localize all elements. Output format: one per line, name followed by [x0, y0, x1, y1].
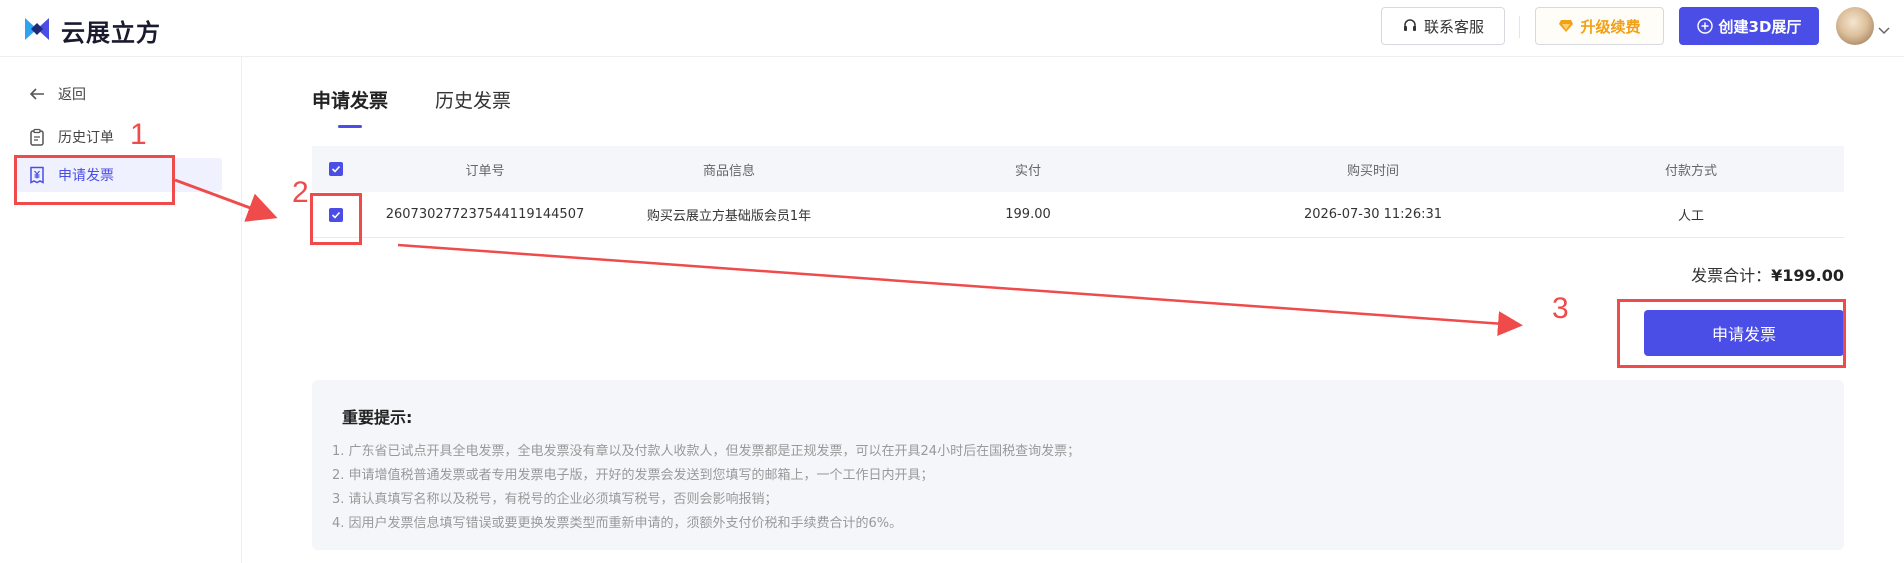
plus-circle-icon — [1696, 18, 1713, 34]
logo[interactable]: 云展立方 — [24, 13, 161, 48]
select-all-cell — [312, 162, 360, 176]
contact-service-label: 联系客服 — [1423, 17, 1484, 36]
sidebar-item-label: 返回 — [58, 87, 86, 103]
annotation-number-3: 3 — [1552, 292, 1569, 325]
notice-item: 3. 请认真填写名称以及税号，有税号的企业必须填写税号，否则会影响报销； — [332, 492, 778, 507]
upgrade-label: 升级续费 — [1580, 17, 1641, 36]
table-header: 订单号 商品信息 实付 购买时间 付款方式 — [312, 146, 1844, 192]
headset-icon — [1402, 18, 1418, 34]
invoice-total-value: ¥199.00 — [1771, 266, 1844, 285]
create-3d-hall-button[interactable]: 创建3D展厅 — [1679, 7, 1819, 45]
table-row[interactable]: 26073027723754411914450​7 购买云展立方基础版会员1年 … — [312, 192, 1844, 238]
annotation-box-2 — [310, 193, 362, 245]
invoice-total-label: 发票合计： — [1691, 266, 1772, 285]
notice-list: 1. 广东省已试点开具全电发票，全电发票没有章以及付款人收款人，但发票都是正规发… — [332, 440, 1080, 536]
select-all-checkbox[interactable] — [329, 162, 343, 176]
avatar[interactable] — [1836, 7, 1874, 45]
notice-item: 1. 广东省已试点开具全电发票，全电发票没有章以及付款人收款人，但发票都是正规发… — [332, 444, 1081, 459]
logo-text: 云展立方 — [61, 19, 161, 47]
invoice-tabs: 申请发票 历史发票 — [312, 86, 558, 128]
top-header: 云展立方 联系客服 升级续费 创建3D展厅 — [0, 0, 1904, 57]
important-notice: 重要提示: 1. 广东省已试点开具全电发票，全电发票没有章以及付款人收款人，但发… — [312, 380, 1844, 550]
contact-service-button[interactable]: 联系客服 — [1381, 7, 1505, 45]
chevron-down-icon[interactable] — [1878, 20, 1890, 39]
logo-icon — [24, 16, 50, 46]
header-purchase-time: 购买时间 — [1346, 163, 1399, 179]
sidebar-item-history-orders[interactable]: 历史订单 — [16, 120, 222, 154]
cell-goods: 购买云展立方基础版会员1年 — [646, 209, 812, 224]
cell-paid: 199.00 — [1005, 207, 1051, 222]
notice-item: 2. 申请增值税普通发票或者专用发票电子版，开好的发票会发送到您填写的邮箱上，一… — [332, 468, 934, 483]
invoice-total: 发票合计：¥199.00 — [1691, 262, 1844, 286]
header-paid: 实付 — [1014, 163, 1041, 179]
cell-order-no: 26073027723754411914450​7 — [385, 207, 585, 222]
sidebar-item-back[interactable]: 返回 — [16, 77, 222, 111]
annotation-box-1 — [14, 155, 175, 205]
cell-purchase-time: 2026-07-30 11:26:31 — [1303, 207, 1443, 222]
annotation-arrow-2 — [397, 243, 1523, 337]
tab-apply-invoice[interactable]: 申请发票 — [312, 86, 388, 128]
upgrade-button[interactable]: 升级续费 — [1535, 7, 1664, 45]
clipboard-icon — [28, 128, 46, 146]
notice-item: 4. 因用户发票信息填写错误或要更换发票类型而重新申请的，须额外支付价税和手续费… — [332, 516, 903, 531]
orders-table: 订单号 商品信息 实付 购买时间 付款方式 260730277237544119… — [312, 146, 1844, 238]
annotation-box-3 — [1617, 299, 1846, 368]
annotation-number-2: 2 — [292, 176, 309, 209]
header-goods: 商品信息 — [702, 163, 755, 179]
header-divider — [1519, 16, 1520, 38]
annotation-number-1: 1 — [130, 118, 147, 151]
header-payment-method: 付款方式 — [1664, 163, 1717, 179]
check-icon — [331, 165, 341, 173]
sidebar: 返回 历史订单 申请发票 — [0, 57, 242, 563]
cell-payment-method: 人工 — [1677, 209, 1704, 224]
create-3d-hall-label: 创建3D展厅 — [1718, 17, 1802, 36]
header-order-no: 订单号 — [465, 163, 505, 179]
sidebar-item-label: 历史订单 — [58, 130, 114, 146]
diamond-icon — [1558, 18, 1574, 34]
arrow-left-icon — [28, 85, 46, 103]
notice-title: 重要提示: — [342, 408, 413, 427]
tab-invoice-history[interactable]: 历史发票 — [435, 86, 511, 113]
